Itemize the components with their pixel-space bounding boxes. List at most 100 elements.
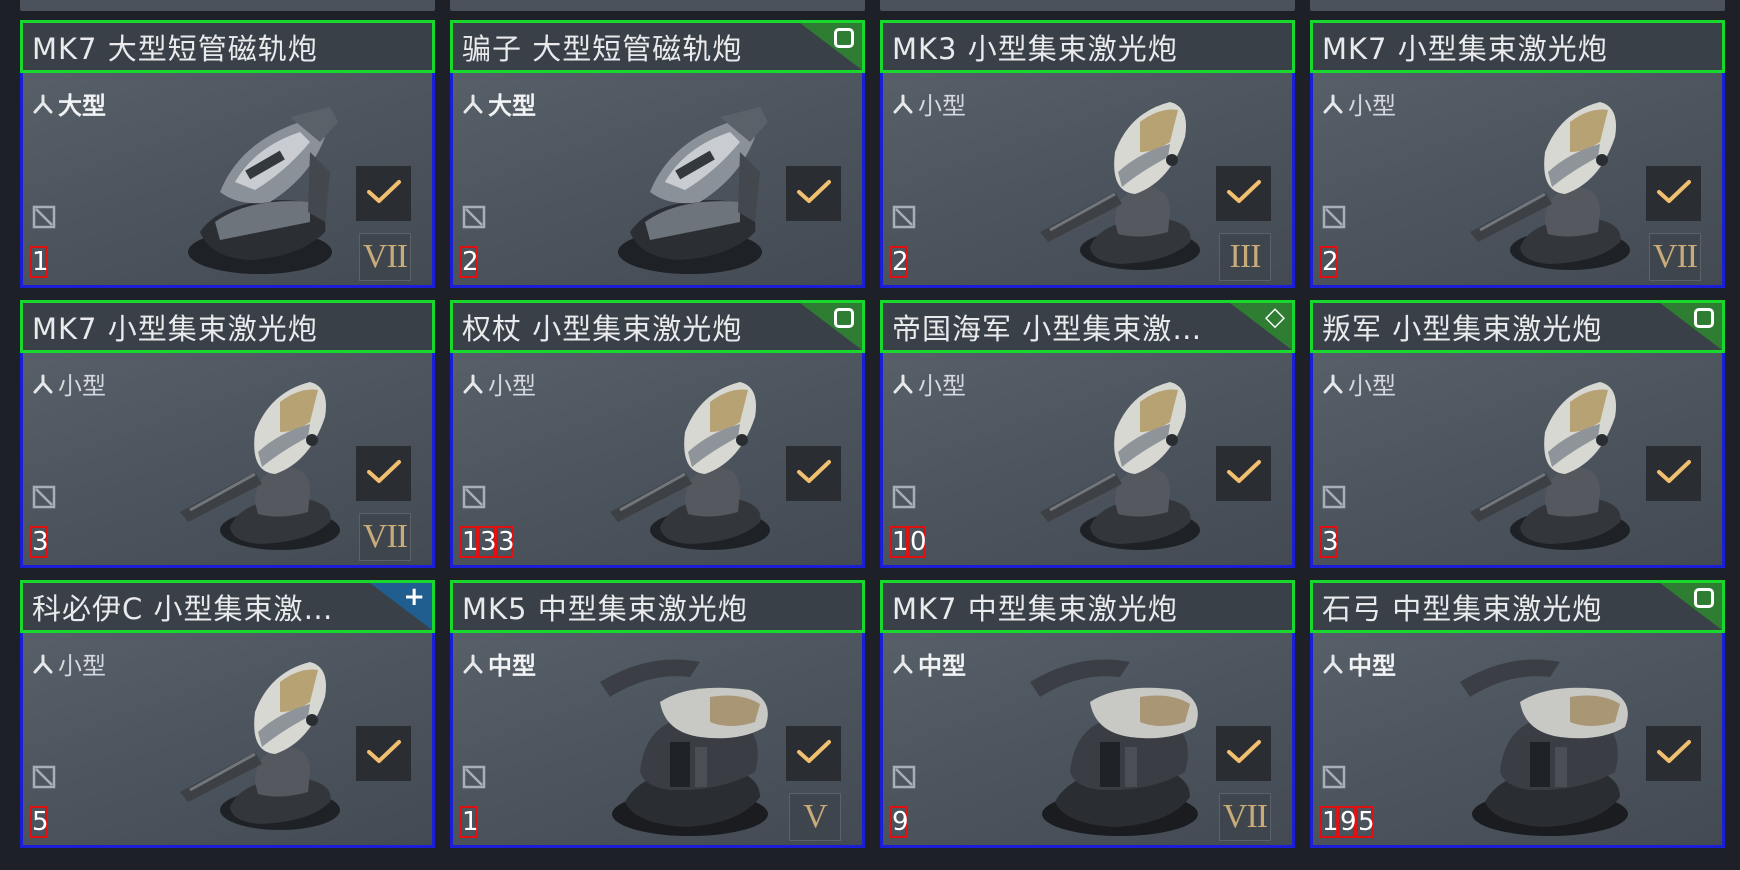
size-label-row: 中型 [1322, 646, 1396, 681]
modified-badge-icon [834, 28, 854, 48]
card-header: 帝国海军 小型集束激… ◇ [880, 300, 1295, 353]
no-entry-icon [32, 485, 56, 513]
size-label: 小型 [1348, 372, 1396, 400]
select-check-button[interactable] [356, 726, 411, 781]
tier-badge: V [789, 793, 841, 841]
turret-size-icon [32, 654, 54, 674]
item-count: 1 [30, 246, 49, 278]
select-check-button[interactable] [1646, 446, 1701, 501]
count-digit: 3 [30, 526, 49, 558]
no-entry-icon [462, 485, 486, 513]
faction-diamond-icon: ◇ [1265, 302, 1285, 332]
weapon-card[interactable]: 骗子 大型短管磁轨炮 大型 2 [450, 20, 865, 288]
no-entry-icon [32, 765, 56, 793]
count-digit: 1 [460, 806, 479, 838]
checkmark-icon [796, 738, 832, 770]
select-check-button[interactable] [1646, 726, 1701, 781]
item-count: 5 [30, 806, 49, 838]
size-label-row: 小型 [1322, 86, 1396, 121]
turret-size-icon [892, 94, 914, 114]
checkmark-icon [1656, 458, 1692, 490]
weapon-card[interactable]: MK5 中型集束激光炮 中型 1 V [450, 580, 865, 848]
size-label: 小型 [1348, 92, 1396, 120]
weapon-image [590, 642, 790, 842]
tier-badge: VII [359, 513, 411, 561]
select-check-button[interactable] [356, 166, 411, 221]
card-title: MK7 小型集束激光炮 [1322, 31, 1608, 66]
count-digit: 1 [1320, 806, 1339, 838]
no-entry-icon [1322, 485, 1346, 513]
card-title: 骗子 大型短管磁轨炮 [462, 31, 743, 66]
select-check-button[interactable] [1216, 446, 1271, 501]
select-check-button[interactable] [1216, 166, 1271, 221]
size-label: 中型 [918, 652, 966, 680]
select-check-button[interactable] [786, 726, 841, 781]
weapon-image [160, 642, 360, 842]
size-label: 小型 [58, 652, 106, 680]
count-digit: 5 [30, 806, 49, 838]
weapon-card[interactable]: 帝国海军 小型集束激… ◇ 小型 10 [880, 300, 1295, 568]
size-label: 大型 [58, 92, 106, 120]
card-title: MK7 大型短管磁轨炮 [32, 31, 318, 66]
count-digit: 5 [1356, 806, 1375, 838]
weapon-image [1450, 642, 1650, 842]
select-check-button[interactable] [786, 166, 841, 221]
checkmark-icon [796, 178, 832, 210]
card-title: MK7 小型集束激光炮 [32, 311, 318, 346]
weapon-image [1020, 642, 1220, 842]
checkmark-icon [366, 458, 402, 490]
card-title: MK3 小型集束激光炮 [892, 31, 1178, 66]
weapon-card[interactable]: MK7 小型集束激光炮 小型 2 VII [1310, 20, 1725, 288]
card-header: MK3 小型集束激光炮 [880, 20, 1295, 73]
checkmark-icon [796, 458, 832, 490]
size-label-row: 大型 [32, 86, 106, 121]
turret-size-icon [1322, 374, 1344, 394]
count-digit: 2 [890, 246, 909, 278]
item-count: 195 [1320, 806, 1375, 838]
weapon-card[interactable]: MK3 小型集束激光炮 小型 2 III [880, 20, 1295, 288]
count-digit: 3 [478, 526, 497, 558]
weapon-card[interactable]: MK7 大型短管磁轨炮 大型 1 VII [20, 20, 435, 288]
weapon-grid: MK7 大型短管磁轨炮 大型 1 VII 骗子 大型短管磁轨炮 大型 2 MK3… [20, 0, 1726, 870]
weapon-card[interactable]: 叛军 小型集束激光炮 小型 3 [1310, 300, 1725, 568]
weapon-card[interactable]: 石弓 中型集束激光炮 中型 195 [1310, 580, 1725, 848]
no-entry-icon [892, 485, 916, 513]
modified-badge-icon [834, 308, 854, 328]
weapon-image [160, 82, 360, 282]
count-digit: 2 [1320, 246, 1339, 278]
select-check-button[interactable] [356, 446, 411, 501]
no-entry-icon [892, 205, 916, 233]
item-count: 2 [460, 246, 479, 278]
card-title: 权杖 小型集束激光炮 [462, 311, 743, 346]
select-check-button[interactable] [786, 446, 841, 501]
turret-size-icon [892, 654, 914, 674]
tier-badge: VII [1649, 233, 1701, 281]
card-title: 科必伊C 小型集束激… [32, 591, 334, 626]
weapon-card[interactable]: 科必伊C 小型集束激… + 小型 5 [20, 580, 435, 848]
weapon-card[interactable]: MK7 小型集束激光炮 小型 3 VII [20, 300, 435, 568]
turret-size-icon [462, 374, 484, 394]
item-count: 133 [460, 526, 515, 558]
count-digit: 9 [1338, 806, 1357, 838]
plus-badge-icon: + [403, 582, 425, 612]
turret-size-icon [32, 374, 54, 394]
count-digit: 0 [908, 526, 927, 558]
checkmark-icon [1226, 178, 1262, 210]
turret-size-icon [462, 654, 484, 674]
card-title: MK7 中型集束激光炮 [892, 591, 1178, 626]
no-entry-icon [462, 765, 486, 793]
tier-badge: VII [359, 233, 411, 281]
select-check-button[interactable] [1646, 166, 1701, 221]
card-header: MK5 中型集束激光炮 [450, 580, 865, 633]
checkmark-icon [366, 738, 402, 770]
checkmark-icon [1656, 738, 1692, 770]
size-label-row: 小型 [892, 366, 966, 401]
item-count: 9 [890, 806, 909, 838]
no-entry-icon [1322, 765, 1346, 793]
weapon-card[interactable]: 权杖 小型集束激光炮 小型 133 [450, 300, 865, 568]
select-check-button[interactable] [1216, 726, 1271, 781]
weapon-card[interactable]: MK7 中型集束激光炮 中型 9 VII [880, 580, 1295, 848]
turret-size-icon [462, 94, 484, 114]
count-digit: 1 [30, 246, 49, 278]
item-count: 3 [1320, 526, 1339, 558]
